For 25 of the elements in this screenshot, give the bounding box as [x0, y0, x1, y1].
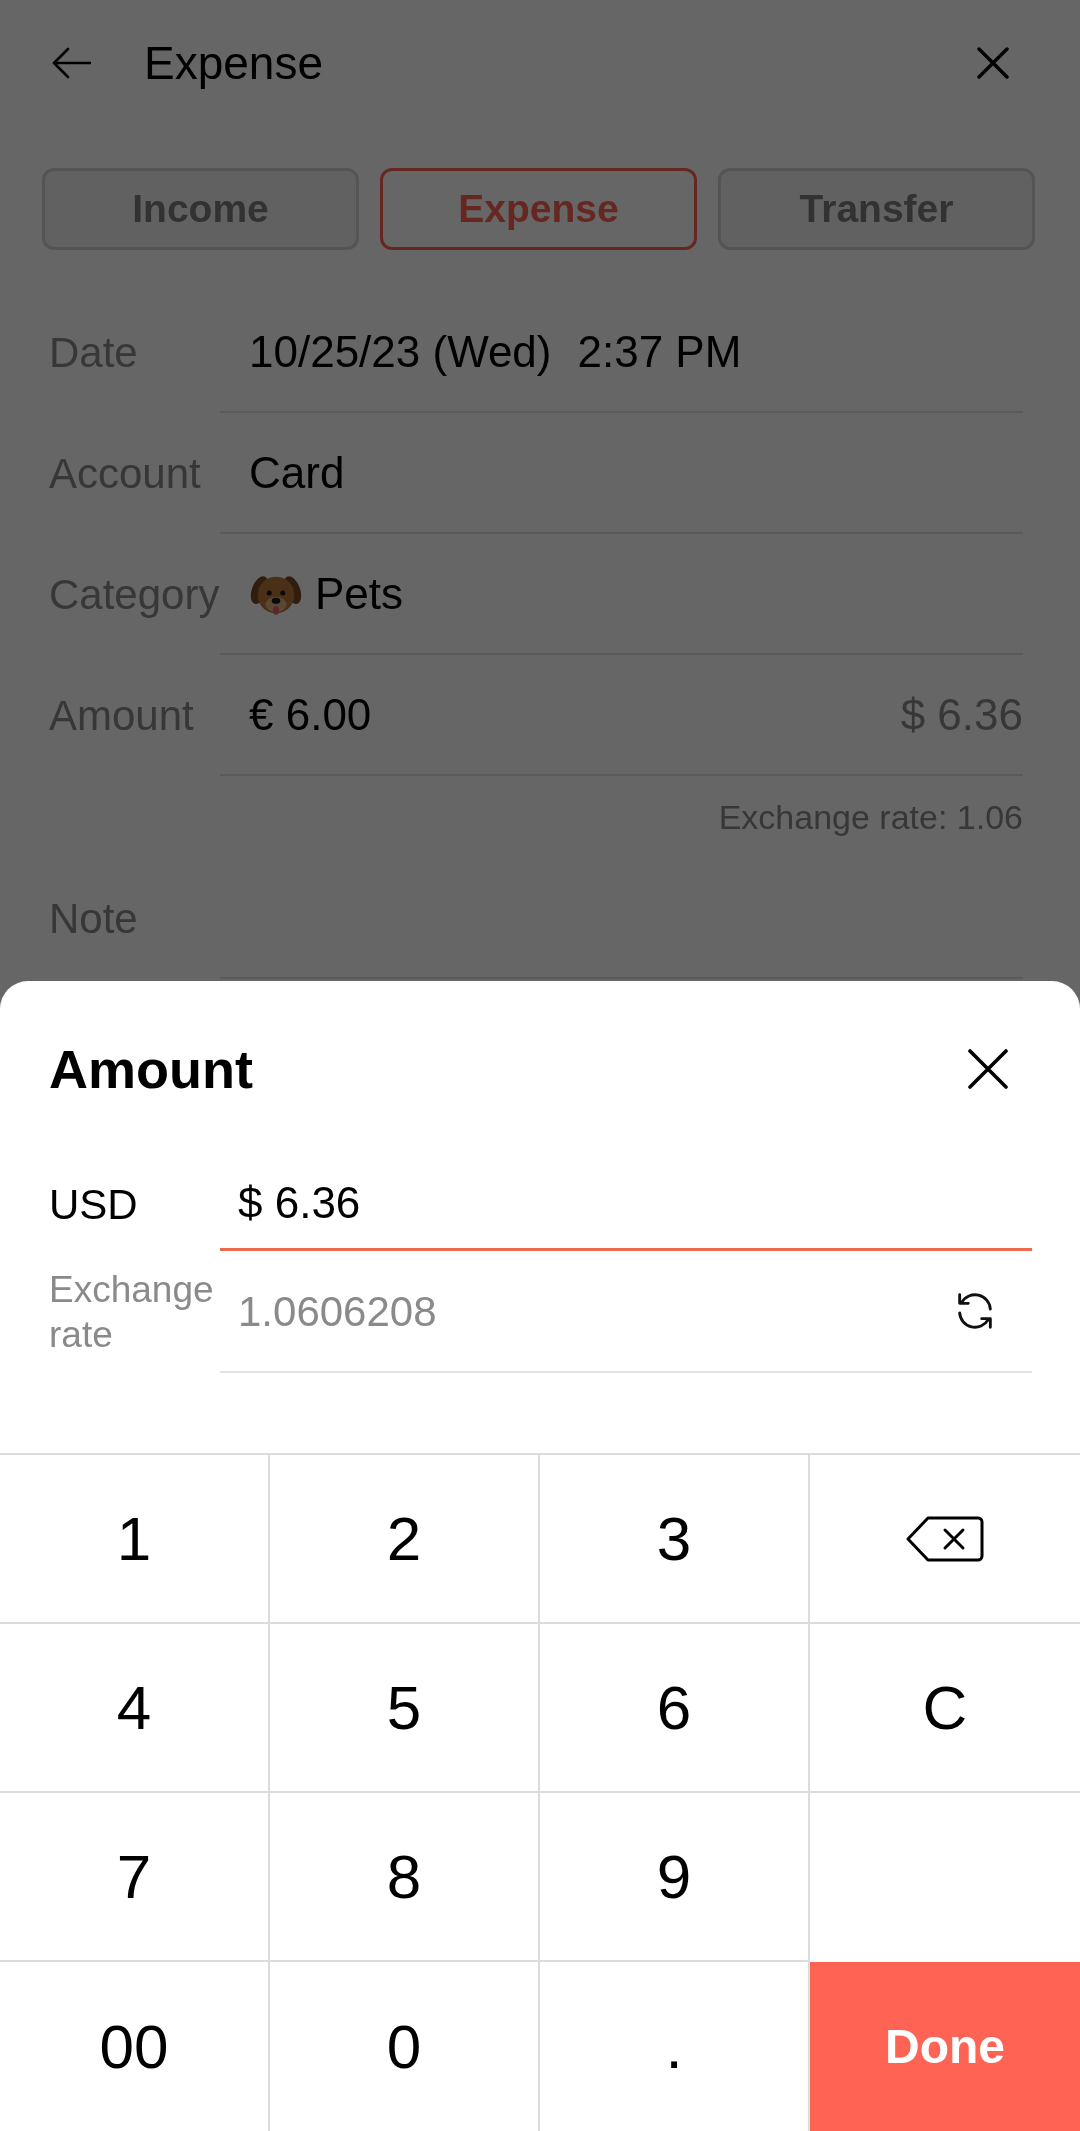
close-icon [977, 47, 1009, 79]
digit-key[interactable]: 4 [0, 1624, 270, 1793]
amount-value[interactable]: € 6.00 [249, 681, 372, 748]
digit-key[interactable]: 5 [270, 1624, 540, 1793]
amount-input-field[interactable]: $ 6.36 [220, 1157, 1032, 1251]
digit-key[interactable]: 6 [540, 1624, 810, 1793]
sheet-title: Amount [49, 1037, 253, 1101]
digit-key[interactable]: 8 [270, 1793, 540, 1962]
screen-title: Expense [144, 36, 323, 91]
back-arrow-icon [51, 47, 91, 79]
digit-key[interactable]: 3 [540, 1455, 810, 1624]
date-value[interactable]: 10/25/23 (Wed) [249, 318, 552, 385]
field-value[interactable]: Card [249, 439, 345, 506]
digit-key[interactable]: 7 [0, 1793, 270, 1962]
digit-key[interactable]: 9 [540, 1793, 810, 1962]
field-label: USD [49, 1179, 138, 1230]
time-value[interactable]: 2:37 PM [577, 318, 742, 385]
digit-key[interactable]: 1 [0, 1455, 270, 1624]
field-value: $ 6.36 [238, 1176, 361, 1229]
backspace-icon [906, 1515, 984, 1562]
category-value[interactable]: Pets [315, 560, 404, 627]
close-icon [968, 1049, 1008, 1089]
field-value: 1.0606208 [238, 1286, 437, 1337]
field-label: Exchange rate [49, 1268, 215, 1357]
digit-key[interactable]: 2 [270, 1455, 540, 1624]
